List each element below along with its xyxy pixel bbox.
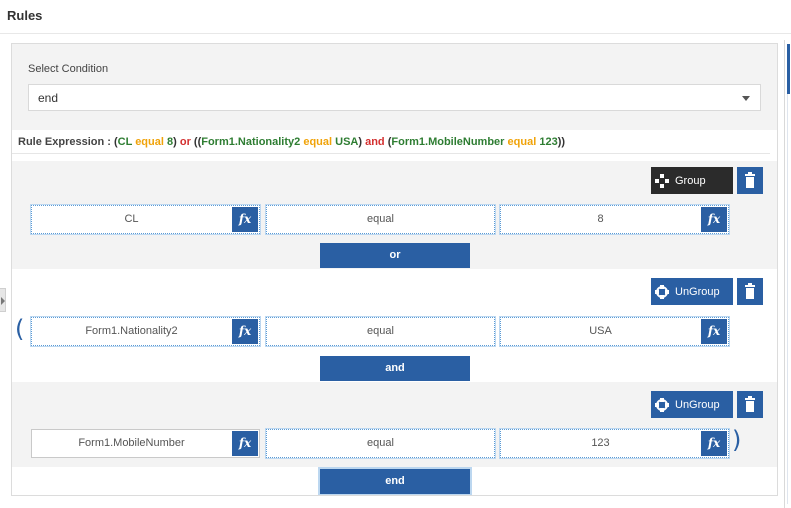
field-selector-value: CL [124, 213, 139, 225]
fx-button[interactable]: fx [701, 431, 727, 456]
expr-join-1: or [179, 136, 191, 148]
ungroup-button-label: UnGroup [675, 398, 720, 411]
fx-button[interactable]: fx [232, 207, 258, 232]
operator-value: equal [367, 437, 394, 449]
expr-field-2: Form1.Nationality2 [201, 136, 301, 148]
delete-row-button[interactable] [737, 391, 763, 418]
expr-value-2: USA [335, 136, 359, 148]
join-or-button[interactable]: or [320, 243, 470, 268]
ungroup-icon [655, 284, 669, 299]
field-selector-value: Form1.Nationality2 [85, 325, 178, 337]
join-end-button[interactable]: end [320, 469, 470, 494]
trash-icon [745, 396, 755, 412]
expr-field-1: CL [117, 136, 133, 148]
expr-operator-2: equal [303, 136, 333, 148]
ungroup-icon [655, 397, 669, 412]
field-selector[interactable]: CL fx [31, 205, 260, 234]
select-condition-section: Select Condition end [12, 44, 777, 130]
rule-row: Group CL fx equal 8 fx or [12, 161, 777, 269]
field-selector-value: Form1.MobileNumber [78, 437, 185, 449]
expr-operator-3: equal [507, 136, 537, 148]
value-input[interactable]: 8 fx [500, 205, 729, 234]
chevron-down-icon [742, 96, 750, 101]
field-selector[interactable]: Form1.Nationality2 fx [31, 317, 260, 346]
expr-join-2: and [365, 136, 385, 148]
rule-expression: Rule Expression : (CL equal 8) or ((Form… [12, 130, 770, 154]
right-panel-line [787, 94, 788, 504]
expr-field-3: Form1.MobileNumber [391, 136, 505, 148]
rule-expression-label: Rule Expression : [18, 136, 111, 148]
join-and-button[interactable]: and [320, 356, 470, 381]
open-parenthesis: ( [15, 315, 25, 343]
fx-button[interactable]: fx [701, 207, 727, 232]
rules-panel: Select Condition end Rule Expression : (… [11, 43, 778, 496]
group-button-label: Group [675, 174, 706, 187]
group-icon [655, 173, 669, 188]
side-panel-toggle[interactable] [0, 288, 6, 312]
value-input-text: USA [589, 325, 612, 337]
title-divider [0, 33, 791, 34]
right-panel-accent [787, 44, 790, 94]
trash-icon [745, 283, 755, 299]
trash-icon [745, 172, 755, 188]
rule-row: UnGroup ( Form1.Nationality2 fx equal US… [12, 269, 777, 382]
close-parenthesis: ) [732, 426, 742, 454]
page-title: Rules [7, 8, 43, 23]
value-input-text: 123 [591, 437, 610, 449]
operator-selector[interactable]: equal [266, 429, 495, 458]
operator-selector[interactable]: equal [266, 317, 495, 346]
rule-footer: end [12, 467, 777, 495]
rules-page: Rules Select Condition end Rule Expressi… [0, 0, 791, 508]
value-input[interactable]: 123 fx [500, 429, 729, 458]
ungroup-button[interactable]: UnGroup [651, 278, 733, 305]
right-side-panel [784, 40, 791, 508]
select-condition-label: Select Condition [28, 63, 109, 75]
value-input-text: 8 [597, 213, 604, 225]
fx-button[interactable]: fx [701, 319, 727, 344]
field-selector[interactable]: Form1.MobileNumber fx [31, 429, 260, 458]
delete-row-button[interactable] [737, 167, 763, 194]
rule-row: UnGroup Form1.MobileNumber fx equal 123 … [12, 382, 777, 467]
operator-selector[interactable]: equal [266, 205, 495, 234]
select-condition-value: end [38, 91, 59, 105]
group-button[interactable]: Group [651, 167, 733, 194]
fx-button[interactable]: fx [232, 431, 258, 456]
delete-row-button[interactable] [737, 278, 763, 305]
select-condition-dropdown[interactable]: end [28, 84, 761, 111]
fx-button[interactable]: fx [232, 319, 258, 344]
value-input[interactable]: USA fx [500, 317, 729, 346]
ungroup-button[interactable]: UnGroup [651, 391, 733, 418]
operator-value: equal [367, 325, 394, 337]
expr-value-3: 123 [539, 136, 558, 148]
expr-operator-1: equal [135, 136, 164, 148]
ungroup-button-label: UnGroup [675, 285, 720, 298]
operator-value: equal [367, 213, 394, 225]
